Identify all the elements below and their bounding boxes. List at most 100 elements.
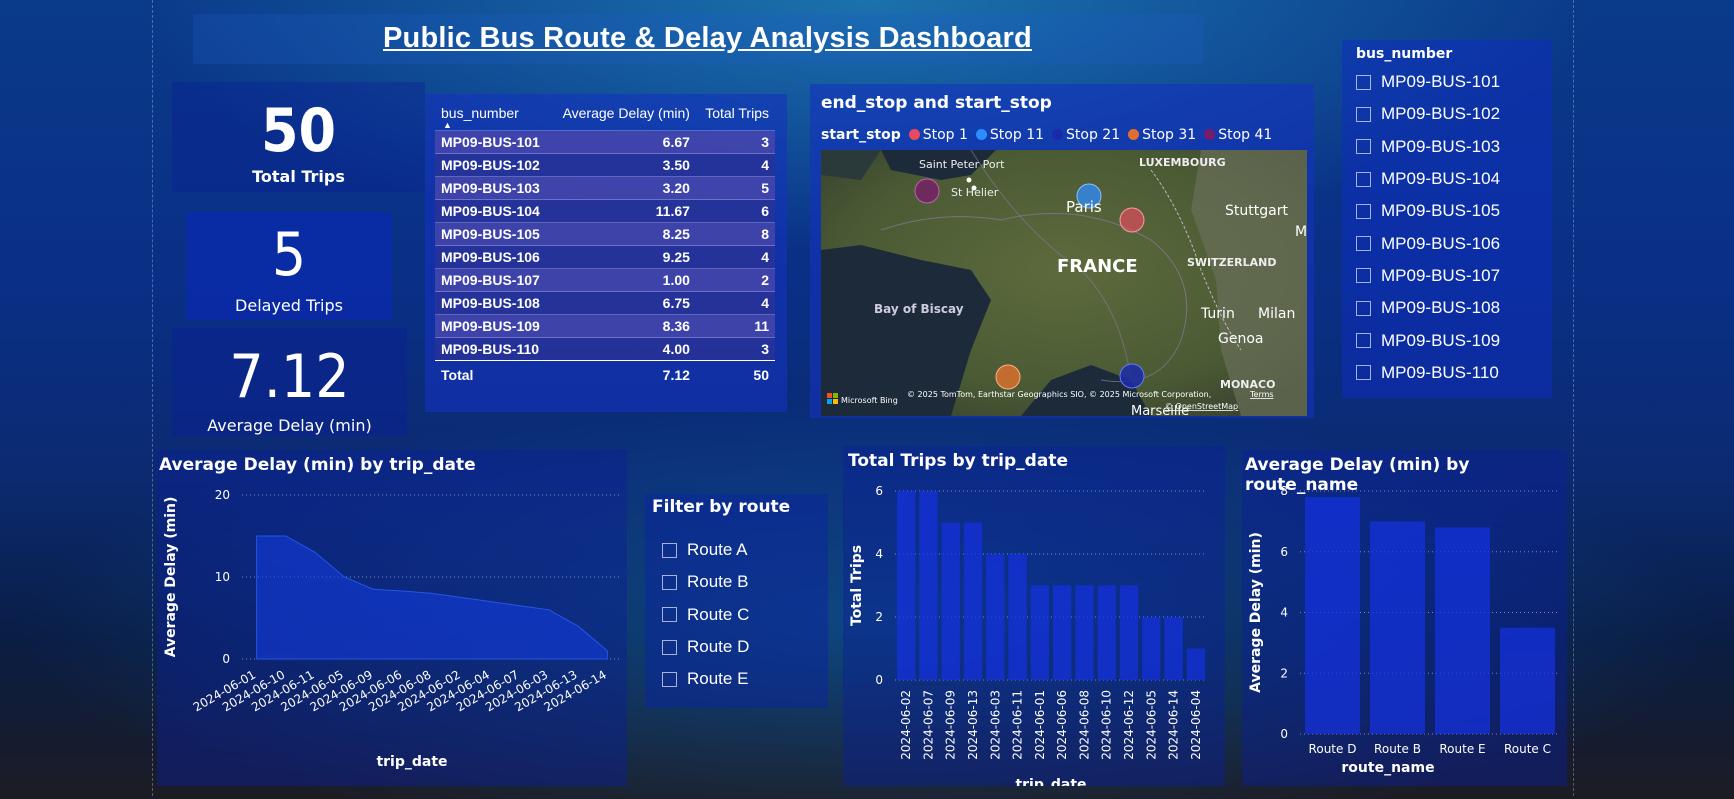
x-tick-label: 2024-06-03 xyxy=(988,690,1002,760)
checkbox[interactable] xyxy=(1356,236,1371,252)
checkbox[interactable] xyxy=(662,639,677,655)
table-row[interactable]: MP09-BUS-110 4.00 3 xyxy=(435,337,775,361)
map-canvas[interactable]: Saint Peter Port St Helier Paris LUXEMBO… xyxy=(821,150,1307,416)
map-legend-item[interactable]: Stop 31 xyxy=(1120,127,1196,143)
slicer-item[interactable]: MP09-BUS-104 xyxy=(1356,163,1500,195)
y-tick-label: 20 xyxy=(215,488,230,502)
table-total-row: Total 7.12 50 xyxy=(435,360,775,386)
map-label-stuttgart: Stuttgart xyxy=(1225,203,1288,219)
slicer-item[interactable]: MP09-BUS-108 xyxy=(1356,292,1500,324)
checkbox[interactable] xyxy=(1356,268,1371,284)
slicer-item[interactable]: MP09-BUS-109 xyxy=(1356,324,1500,356)
bar xyxy=(1119,585,1139,680)
legend-dot-icon xyxy=(975,129,987,140)
x-tick-label: 2024-06-02 xyxy=(899,690,913,760)
table-row[interactable]: MP09-BUS-107 1.00 2 xyxy=(435,268,775,292)
x-tick-label: Route C xyxy=(1504,742,1551,756)
slicer-item[interactable]: MP09-BUS-106 xyxy=(1356,227,1500,259)
x-tick-label: Route B xyxy=(1374,742,1421,756)
slicer-item[interactable]: Route A xyxy=(662,534,749,566)
kpi-avg-delay-card[interactable]: 7.12 Average Delay (min) xyxy=(172,328,407,436)
slicer-item-label: MP09-BUS-110 xyxy=(1381,362,1499,382)
table-row[interactable]: MP09-BUS-109 8.36 11 xyxy=(435,314,775,338)
map-terms-link[interactable]: Terms xyxy=(1249,390,1274,399)
map-bubble-stop-41[interactable] xyxy=(914,178,940,204)
y-tick-label: 10 xyxy=(215,570,230,584)
map-legend-item[interactable]: Stop 21 xyxy=(1044,127,1120,143)
checkbox[interactable] xyxy=(662,542,677,558)
slicer-item-label: Route D xyxy=(687,637,750,657)
map-label-genoa: Genoa xyxy=(1218,331,1263,347)
bar xyxy=(1008,554,1027,680)
kpi-total-trips-label: Total Trips xyxy=(252,167,345,186)
table-row[interactable]: MP09-BUS-104 11.67 6 xyxy=(435,199,775,223)
checkbox[interactable] xyxy=(1356,74,1371,90)
cell-total-trips: 6 xyxy=(695,199,775,223)
cell-bus-number: MP09-BUS-107 xyxy=(435,268,551,292)
checkbox[interactable] xyxy=(662,607,677,623)
dashboard-title: Public Bus Route & Delay Analysis Dashbo… xyxy=(383,22,1032,54)
cell-total-trips: 11 xyxy=(695,314,775,338)
table-row[interactable]: MP09-BUS-103 3.20 5 xyxy=(435,176,775,200)
map-legend-item[interactable]: Stop 41 xyxy=(1196,127,1272,143)
table-row[interactable]: MP09-BUS-101 6.67 3 xyxy=(435,130,775,154)
cell-bus-number: MP09-BUS-105 xyxy=(435,222,551,246)
slicer-item[interactable]: MP09-BUS-102 xyxy=(1356,98,1500,130)
y-axis-title: Average Delay (min) xyxy=(1248,532,1264,693)
table-row[interactable]: MP09-BUS-105 8.25 8 xyxy=(435,222,775,246)
checkbox[interactable] xyxy=(1356,203,1371,219)
bar xyxy=(919,491,938,680)
kpi-total-trips-card[interactable]: 50 Total Trips xyxy=(172,82,425,192)
table-row[interactable]: MP09-BUS-106 9.25 4 xyxy=(435,245,775,269)
bus-table-visual[interactable]: bus_number ▲ Average Delay (min) Total Tr… xyxy=(425,94,787,412)
cell-avg-delay: 8.36 xyxy=(550,314,696,338)
cell-avg-delay: 6.67 xyxy=(550,130,696,154)
checkbox[interactable] xyxy=(1356,300,1371,316)
map-label-m: M xyxy=(1295,224,1307,240)
slicer-item[interactable]: MP09-BUS-103 xyxy=(1356,131,1500,163)
checkbox[interactable] xyxy=(662,574,677,590)
x-tick-label: 2024-06-14 xyxy=(1167,690,1181,760)
slicer-item[interactable]: Route C xyxy=(662,599,749,631)
x-tick-label: 2024-06-08 xyxy=(1077,690,1091,760)
column-header-total-trips[interactable]: Total Trips xyxy=(696,102,775,131)
y-axis-title: Average Delay (min) xyxy=(163,497,179,658)
slicer-item[interactable]: Route D xyxy=(662,631,749,663)
slicer-item[interactable]: MP09-BUS-105 xyxy=(1356,195,1500,227)
checkbox[interactable] xyxy=(1356,333,1371,349)
bar xyxy=(1142,617,1161,680)
slicer-item[interactable]: Route E xyxy=(662,663,749,695)
y-tick-label: 0 xyxy=(1280,727,1288,741)
map-legend-item[interactable]: Stop 11 xyxy=(968,127,1044,143)
y-tick-label: 4 xyxy=(875,547,883,561)
slicer-item[interactable]: MP09-BUS-110 xyxy=(1356,357,1500,389)
slicer-item-label: MP09-BUS-101 xyxy=(1381,72,1501,92)
map-visual[interactable]: end_stop and start_stop start_stop Stop 1… xyxy=(810,84,1314,418)
table-row[interactable]: MP09-BUS-108 6.75 4 xyxy=(435,291,775,315)
avg-delay-by-date-visual[interactable]: Average Delay (min) by trip_date 0 10 20 20… xyxy=(157,450,627,786)
checkbox[interactable] xyxy=(1356,365,1371,381)
map-bubble-stop-31[interactable] xyxy=(995,364,1021,390)
route-slicer[interactable]: Filter by route Route A Route B Route C Rou… xyxy=(645,494,828,708)
map-osm-link[interactable]: © OpenStreetMap xyxy=(1165,402,1238,411)
avg-delay-by-route-visual[interactable]: Average Delay (min) by route_name 02468R… xyxy=(1242,450,1567,786)
map-bubble-stop-21[interactable] xyxy=(1119,363,1145,389)
checkbox[interactable] xyxy=(662,671,677,687)
cell-total-trips: 4 xyxy=(695,245,775,269)
total-trips-by-date-visual[interactable]: Total Trips by trip_date 0 2 4 6 2024-06-02 2… xyxy=(843,446,1225,786)
table-row[interactable]: MP09-BUS-102 3.50 4 xyxy=(435,153,775,177)
map-bubble-stop-1[interactable] xyxy=(1119,207,1145,233)
kpi-delayed-trips-card[interactable]: 5 Delayed Trips xyxy=(186,212,392,320)
slicer-item[interactable]: MP09-BUS-101 xyxy=(1356,66,1500,98)
column-header-bus-number[interactable]: bus_number ▲ xyxy=(435,102,551,131)
cell-bus-number: MP09-BUS-108 xyxy=(435,291,551,315)
map-legend-item[interactable]: Stop 1 xyxy=(901,127,968,143)
total-trips: 50 xyxy=(695,360,775,386)
checkbox[interactable] xyxy=(1356,171,1371,187)
column-header-avg-delay[interactable]: Average Delay (min) xyxy=(551,102,696,131)
bus-number-slicer[interactable]: bus_number MP09-BUS-101 MP09-BUS-102 MP09-… xyxy=(1342,40,1552,398)
checkbox[interactable] xyxy=(1356,139,1371,155)
slicer-item[interactable]: Route B xyxy=(662,566,749,598)
slicer-item[interactable]: MP09-BUS-107 xyxy=(1356,260,1500,292)
checkbox[interactable] xyxy=(1356,106,1371,122)
